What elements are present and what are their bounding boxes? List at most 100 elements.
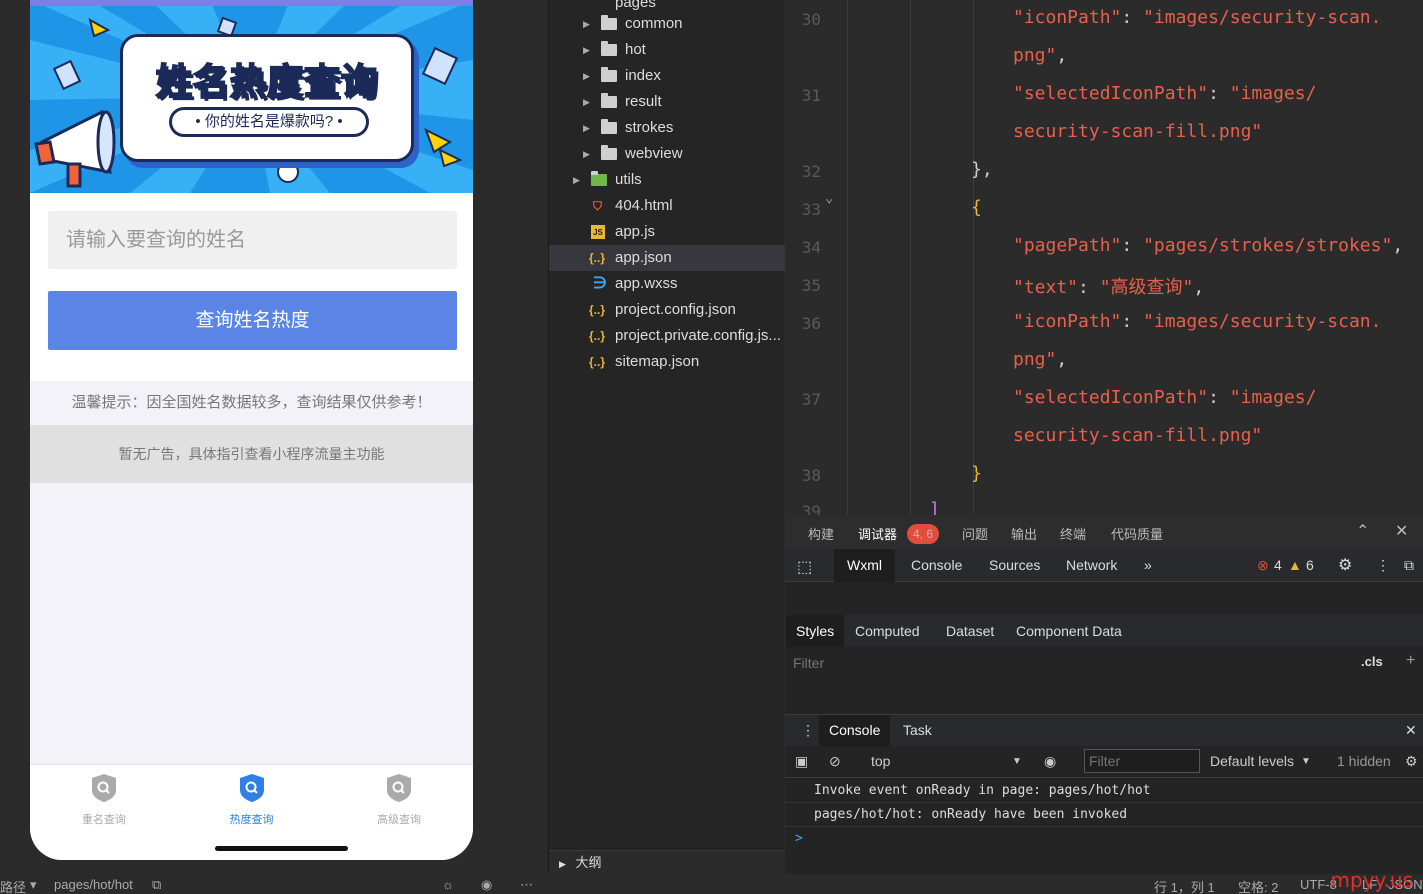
- line-number: 37: [801, 390, 821, 409]
- folder-icon: [601, 93, 617, 108]
- bug-icon[interactable]: ☼: [442, 877, 454, 892]
- tree-folder[interactable]: ▶ hot: [549, 37, 785, 63]
- tree-file[interactable]: {..} project.config.json: [549, 297, 785, 323]
- close-icon[interactable]: ✕: [1405, 722, 1417, 739]
- eye-icon[interactable]: ◉: [1044, 753, 1056, 770]
- tree-file[interactable]: ⛉ 404.html: [549, 193, 785, 219]
- tab-code-quality[interactable]: 代码质量: [1111, 524, 1163, 543]
- styles-filter-row: .cls +: [785, 649, 1423, 677]
- js-icon: JS: [591, 225, 605, 239]
- tree-file[interactable]: JS app.js: [549, 219, 785, 245]
- tab-terminal[interactable]: 终端: [1060, 524, 1086, 543]
- tab-wxml[interactable]: Wxml: [834, 549, 895, 582]
- tab-dataset[interactable]: Dataset: [946, 623, 994, 639]
- context-select[interactable]: top: [871, 753, 890, 769]
- tab-styles[interactable]: Styles: [786, 615, 845, 647]
- more-tabs-icon[interactable]: »: [1144, 557, 1152, 573]
- ide-window: 姓名热度查询 • 你的姓名是爆款吗? • 查询姓名热度 温馨提示：因全国姓名数据…: [0, 0, 1423, 894]
- tab-duplicate-name[interactable]: 重名查询: [30, 765, 178, 860]
- line-number: 35: [801, 276, 821, 295]
- drawer-tabs: ⋮ Console Task ✕: [785, 714, 1423, 746]
- more-icon[interactable]: ⋯: [520, 877, 533, 893]
- tree-folder[interactable]: ▶ result: [549, 89, 785, 115]
- console-filter-input[interactable]: [1084, 749, 1200, 773]
- hidden-count: 1 hidden: [1337, 753, 1391, 769]
- tab-component-data[interactable]: Component Data: [1016, 623, 1122, 639]
- fold-chevron-icon[interactable]: ⌄: [825, 190, 833, 206]
- error-count[interactable]: 4: [1274, 557, 1282, 573]
- caret-right-icon: ▶: [583, 45, 590, 55]
- kebab-menu-icon[interactable]: ⋮: [801, 722, 815, 739]
- sidebar-toggle-icon[interactable]: ▣: [795, 753, 808, 770]
- watermark: mpyy.us: [1330, 868, 1413, 892]
- close-icon[interactable]: ✕: [1395, 521, 1408, 541]
- indent-guide: [847, 0, 848, 515]
- folder-icon: [601, 119, 617, 134]
- tab-network[interactable]: Network: [1066, 557, 1117, 573]
- banner-title: 姓名热度查询: [155, 61, 378, 104]
- chevron-up-icon[interactable]: ⌃: [1356, 521, 1369, 541]
- code-line: "selectedIconPath": "images/: [1013, 387, 1317, 408]
- simulator-status-bar: 路径 ▾ pages/hot/hot ⧉ ☼ ◉ ⋯: [0, 874, 548, 894]
- indentation[interactable]: 空格: 2: [1238, 877, 1278, 894]
- drawer-tab-task[interactable]: Task: [903, 722, 932, 738]
- tree-folder[interactable]: ▶ webview: [549, 141, 785, 167]
- tab-console[interactable]: Console: [911, 557, 962, 573]
- tree-folder[interactable]: ▶ common: [549, 11, 785, 37]
- tab-sources[interactable]: Sources: [989, 557, 1040, 573]
- indent-guide: [973, 0, 974, 515]
- add-rule-icon[interactable]: +: [1406, 652, 1415, 670]
- tree-folder[interactable]: ▶ strokes: [549, 115, 785, 141]
- styles-filter-input[interactable]: [787, 651, 1347, 675]
- tree-file-selected[interactable]: {..} app.json: [549, 245, 785, 271]
- line-number: 39: [801, 502, 821, 515]
- json-icon: {..}: [589, 251, 606, 265]
- cursor-position[interactable]: 行 1，列 1: [1154, 877, 1215, 894]
- console-prompt[interactable]: >: [785, 827, 1423, 851]
- chevron-down-icon[interactable]: ▾: [30, 877, 37, 893]
- inspect-icon[interactable]: ⬚: [797, 557, 812, 577]
- query-button[interactable]: 查询姓名热度: [48, 291, 457, 350]
- tree-file[interactable]: ∋ app.wxss: [549, 271, 785, 297]
- caret-right-icon: ▶: [583, 123, 590, 133]
- kebab-menu-icon[interactable]: ⋮: [1376, 557, 1390, 574]
- megaphone-icon: [34, 109, 116, 188]
- outline-section[interactable]: ▶ 大纲: [549, 850, 785, 874]
- code-line: "text": "高级查询",: [1013, 277, 1205, 298]
- security-scan-icon: [387, 774, 412, 802]
- drawer-tab-console[interactable]: Console: [819, 715, 891, 746]
- cls-toggle[interactable]: .cls: [1361, 654, 1383, 669]
- tab-advanced[interactable]: 高级查询: [325, 765, 473, 860]
- clear-console-icon[interactable]: ⊘: [829, 753, 841, 770]
- tab-label: 高级查询: [377, 814, 422, 826]
- code-line: "pagePath": "pages/strokes/strokes",: [1013, 235, 1404, 256]
- warning-count[interactable]: 6: [1306, 557, 1314, 573]
- banner: 姓名热度查询 • 你的姓名是爆款吗? •: [30, 0, 473, 193]
- tree-file[interactable]: {..} sitemap.json: [549, 349, 785, 375]
- gear-icon[interactable]: ⚙: [1338, 555, 1352, 575]
- code-line: }: [971, 463, 982, 484]
- tab-problems[interactable]: 问题: [962, 524, 988, 543]
- tab-computed[interactable]: Computed: [855, 623, 920, 639]
- folder-icon: [601, 15, 617, 30]
- code-editor[interactable]: 30 "iconPath": "images/security-scan. pn…: [785, 0, 1423, 515]
- tab-output[interactable]: 输出: [1011, 524, 1037, 543]
- copy-icon[interactable]: ⧉: [152, 877, 161, 893]
- line-number: 33: [801, 200, 821, 219]
- path-label: 路径: [0, 880, 27, 894]
- tab-debugger[interactable]: 调试器: [858, 524, 897, 543]
- tree-folder[interactable]: ▶ index: [549, 63, 785, 89]
- tree-folder-utils[interactable]: ▶ utils: [549, 167, 785, 193]
- chevron-down-icon[interactable]: ▼: [1012, 756, 1022, 767]
- code-line: "iconPath": "images/security-scan.: [1013, 7, 1382, 28]
- gear-icon[interactable]: ⚙: [1405, 753, 1418, 770]
- eye-icon[interactable]: ◉: [481, 877, 492, 893]
- chevron-down-icon[interactable]: ▼: [1301, 756, 1311, 767]
- tab-build[interactable]: 构建: [808, 524, 834, 543]
- search-form: 查询姓名热度: [30, 193, 473, 381]
- name-input[interactable]: [48, 211, 457, 269]
- undock-icon[interactable]: ⧉: [1404, 557, 1414, 574]
- log-levels-select[interactable]: Default levels: [1210, 753, 1294, 769]
- json-icon: {..}: [589, 303, 606, 317]
- tree-file[interactable]: {..} project.private.config.js...: [549, 323, 785, 349]
